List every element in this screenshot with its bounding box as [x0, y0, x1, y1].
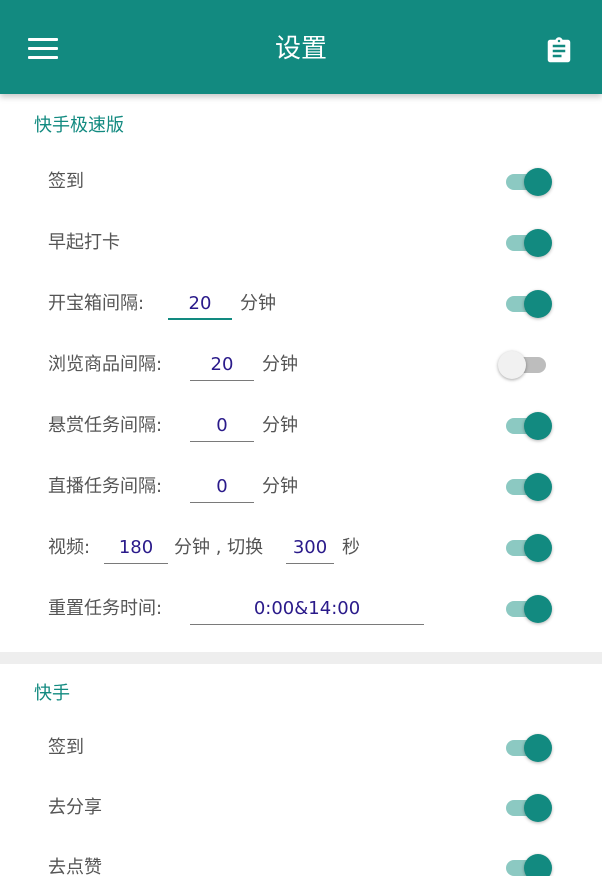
settings-screen: 设置 快手极速版 签到 早起打卡 开宝箱间隔: 20 分钟 浏览商品间隔: 20…: [0, 0, 602, 876]
setting-row-reset-time: 重置任务时间: 0:00&14:00: [0, 579, 602, 639]
row-label: 开宝箱间隔:: [48, 293, 145, 314]
unit-label: 分钟: [262, 476, 298, 497]
video-switch-seconds-input[interactable]: 300: [286, 532, 334, 564]
unit-label: 分钟: [262, 415, 298, 436]
app-bar: 设置: [0, 0, 602, 94]
treasure-interval-switch[interactable]: [504, 290, 552, 318]
share-switch[interactable]: [504, 794, 552, 822]
treasure-interval-input[interactable]: 20: [168, 288, 232, 320]
unit-label: 分钟: [240, 293, 276, 314]
row-label: 重置任务时间:: [48, 598, 163, 619]
clipboard-icon[interactable]: [544, 36, 574, 66]
early-checkin-switch[interactable]: [504, 229, 552, 257]
section-kuaishou: 快手 签到 去分享 去点赞: [0, 664, 602, 876]
section-divider: [0, 652, 602, 664]
video-minutes-input[interactable]: 180: [104, 532, 168, 564]
row-label: 去点赞: [48, 857, 102, 876]
live-interval-input[interactable]: 0: [190, 471, 254, 503]
setting-row-sign-in: 签到: [0, 718, 602, 778]
like-switch[interactable]: [504, 854, 552, 876]
row-label: 悬赏任务间隔:: [48, 415, 163, 436]
reset-time-switch[interactable]: [504, 595, 552, 623]
browse-interval-switch[interactable]: [498, 351, 552, 379]
sign-in-switch[interactable]: [504, 168, 552, 196]
unit-label: 分钟 , 切换: [174, 537, 264, 558]
row-label: 签到: [48, 737, 84, 758]
unit-label: 分钟: [262, 354, 298, 375]
browse-interval-input[interactable]: 20: [190, 349, 254, 381]
page-title: 设置: [274, 34, 327, 64]
reward-interval-input[interactable]: 0: [190, 410, 254, 442]
section-kuaishou-lite: 快手极速版 签到 早起打卡 开宝箱间隔: 20 分钟 浏览商品间隔: 20 分钟…: [0, 94, 602, 652]
row-label: 早起打卡: [48, 232, 120, 253]
setting-row-like: 去点赞: [0, 838, 602, 876]
setting-row-reward-interval: 悬赏任务间隔: 0 分钟: [0, 396, 602, 456]
section-title: 快手极速版: [34, 115, 124, 136]
reward-interval-switch[interactable]: [504, 412, 552, 440]
setting-row-sign-in: 签到: [0, 152, 602, 212]
unit-label: 秒: [342, 537, 360, 558]
setting-row-treasure-interval: 开宝箱间隔: 20 分钟: [0, 274, 602, 334]
setting-row-browse-interval: 浏览商品间隔: 20 分钟: [0, 335, 602, 395]
row-label: 签到: [48, 171, 84, 192]
row-label: 直播任务间隔:: [48, 476, 163, 497]
setting-row-video: 视频: 180 分钟 , 切换 300 秒: [0, 518, 602, 578]
row-label: 视频:: [48, 537, 91, 558]
row-label: 去分享: [48, 797, 102, 818]
setting-row-live-interval: 直播任务间隔: 0 分钟: [0, 457, 602, 517]
section-title: 快手: [34, 683, 70, 704]
video-switch[interactable]: [504, 534, 552, 562]
setting-row-early-checkin: 早起打卡: [0, 213, 602, 273]
setting-row-share: 去分享: [0, 778, 602, 838]
reset-time-input[interactable]: 0:00&14:00: [190, 593, 424, 625]
row-label: 浏览商品间隔:: [48, 354, 163, 375]
sign-in-switch[interactable]: [504, 734, 552, 762]
live-interval-switch[interactable]: [504, 473, 552, 501]
